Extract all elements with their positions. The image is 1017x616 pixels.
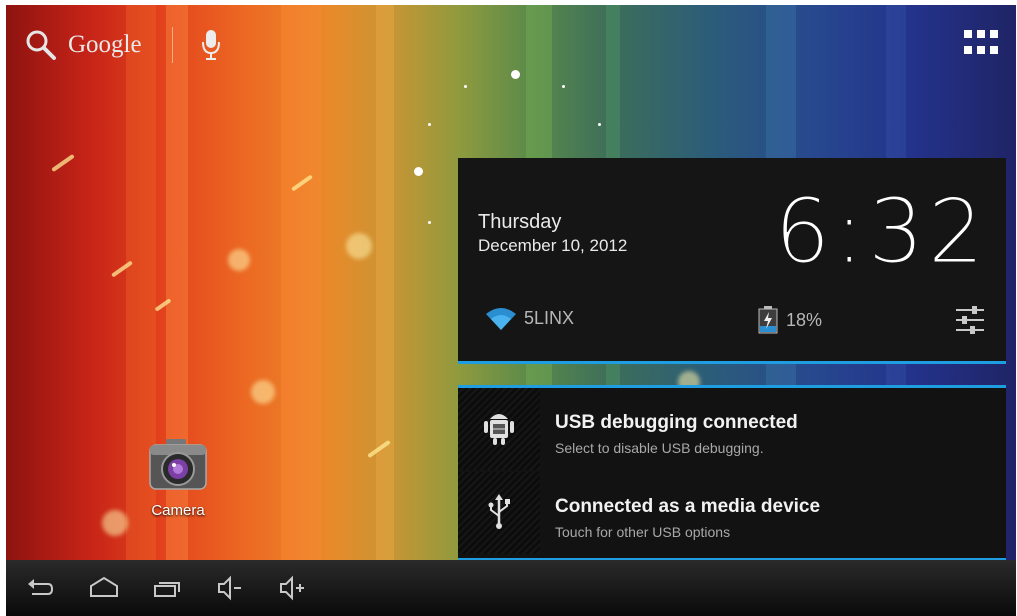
notification-panel: USB debugging connected Select to disabl… xyxy=(458,385,1006,561)
app-grid-dot xyxy=(964,45,972,54)
volume-down-icon[interactable] xyxy=(216,574,244,602)
wallpaper-stripe xyxy=(166,5,188,616)
home-icon[interactable] xyxy=(88,574,120,602)
notification-icon-area xyxy=(458,388,540,470)
android-debug-icon xyxy=(484,414,514,445)
app-grid-dot xyxy=(977,30,985,38)
app-grid-dot xyxy=(990,30,998,38)
wallpaper-glow xyxy=(102,510,128,536)
recent-apps-icon[interactable] xyxy=(152,574,182,602)
search-divider xyxy=(171,27,173,63)
camera-app-shortcut[interactable]: Camera xyxy=(128,437,228,519)
wallpaper-glow xyxy=(251,380,275,404)
google-search-bar[interactable]: Google xyxy=(24,25,221,65)
app-grid-dot xyxy=(964,30,972,38)
app-grid-dot xyxy=(990,45,998,54)
volume-up-icon[interactable] xyxy=(278,574,306,602)
wallpaper-dot xyxy=(562,85,565,88)
notification-subtitle[interactable]: Touch for other USB options xyxy=(555,524,730,540)
wifi-network-name[interactable]: 5LINX xyxy=(524,308,574,329)
notification-item[interactable]: Connected as a media device Touch for ot… xyxy=(458,472,1006,554)
wallpaper-dot xyxy=(414,167,423,176)
battery-charging-icon[interactable] xyxy=(758,306,778,334)
clock-time: 6:32 xyxy=(774,180,988,284)
wallpaper-glow xyxy=(346,233,372,259)
date-label: December 10, 2012 xyxy=(478,236,628,255)
camera-icon[interactable] xyxy=(148,437,208,493)
wallpaper-streak xyxy=(51,153,75,173)
camera-app-label[interactable]: Camera xyxy=(128,502,228,519)
notification-icon-area xyxy=(458,472,540,554)
wallpaper-dot xyxy=(428,221,431,224)
app-grid-icon[interactable] xyxy=(964,30,998,56)
wallpaper-dot xyxy=(598,123,601,126)
wallpaper-dot xyxy=(428,123,431,126)
home-screen: Google Thursday December 10, 2012 6:32 5… xyxy=(6,5,1016,616)
day-label: Thursday xyxy=(478,211,562,233)
wallpaper-dot xyxy=(464,85,467,88)
wallpaper-dot xyxy=(511,70,520,79)
microphone-icon[interactable] xyxy=(201,28,221,62)
clock-widget-panel[interactable]: Thursday December 10, 2012 6:32 5LINX 18… xyxy=(458,158,1006,364)
notification-title[interactable]: Connected as a media device xyxy=(555,496,820,518)
notification-title[interactable]: USB debugging connected xyxy=(555,412,798,434)
battery-level[interactable]: 18% xyxy=(786,310,822,331)
usb-icon xyxy=(488,494,510,529)
notification-item[interactable]: USB debugging connected Select to disabl… xyxy=(458,388,1006,470)
search-label[interactable]: Google xyxy=(68,31,142,59)
wallpaper-glow xyxy=(228,249,250,271)
wallpaper-stripe xyxy=(126,5,156,616)
search-icon[interactable] xyxy=(24,28,58,62)
app-grid-dot xyxy=(977,45,985,54)
back-icon[interactable] xyxy=(26,574,54,602)
navigation-bar xyxy=(6,560,1016,616)
wifi-icon[interactable] xyxy=(484,306,518,332)
wallpaper-stripe xyxy=(281,5,321,616)
wallpaper-stripe xyxy=(376,5,394,616)
settings-sliders-icon[interactable] xyxy=(954,304,986,336)
notification-subtitle[interactable]: Select to disable USB debugging. xyxy=(555,440,764,456)
